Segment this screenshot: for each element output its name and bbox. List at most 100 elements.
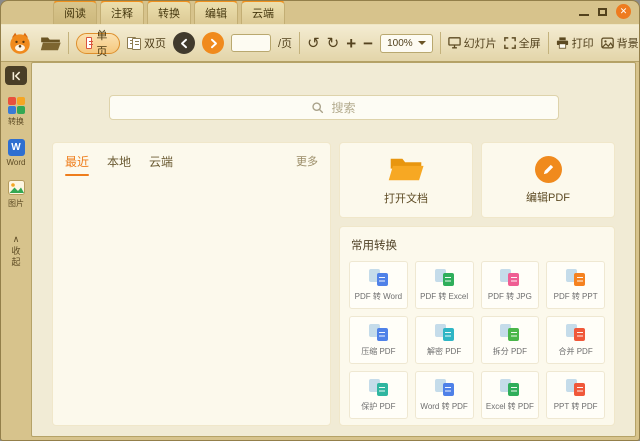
maximize-button[interactable] bbox=[598, 7, 607, 16]
panel-collapse-icon bbox=[12, 71, 20, 80]
search-input[interactable]: 搜索 bbox=[108, 95, 559, 120]
sidebar-collapse-toggle[interactable]: ∧ 收起 bbox=[10, 235, 23, 269]
search-icon bbox=[312, 102, 324, 114]
image-icon bbox=[7, 180, 25, 195]
previous-page-button[interactable] bbox=[173, 32, 195, 54]
sidebar-item-label: Word bbox=[6, 158, 26, 167]
conversion-icon bbox=[500, 268, 520, 286]
fullscreen-label: 全屏 bbox=[518, 38, 541, 50]
conversion-icon bbox=[434, 323, 454, 341]
collapse-label: 收起 bbox=[10, 246, 21, 268]
arrow-right-icon bbox=[210, 38, 217, 48]
redo-icon[interactable]: ↻ bbox=[327, 36, 340, 51]
app-logo-icon bbox=[7, 30, 33, 56]
open-document-label: 打开文档 bbox=[384, 192, 428, 205]
toolbar: 单页 双页 /页 ↺ ↻ + − 100% 幻灯片 全屏 打印 背景 bbox=[1, 24, 639, 62]
page-number-input[interactable] bbox=[231, 34, 271, 52]
tab-cloud-files[interactable]: 云端 bbox=[149, 153, 173, 170]
conversion-icon bbox=[566, 268, 586, 286]
right-column: 打开文档 编辑PDF 常用转换 PDF 转 Word PDF 转 Excel P… bbox=[339, 142, 615, 426]
search-bar-row: 搜索 bbox=[32, 63, 635, 120]
edit-pdf-card[interactable]: 编辑PDF bbox=[481, 142, 615, 218]
tab-edit[interactable]: 编辑 bbox=[194, 1, 238, 24]
close-button[interactable]: ✕ bbox=[616, 4, 631, 19]
tile-word-to-pdf[interactable]: Word 转 PDF bbox=[414, 371, 474, 419]
edit-pdf-label: 编辑PDF bbox=[526, 191, 570, 204]
tile-excel-to-pdf[interactable]: Excel 转 PDF bbox=[480, 371, 540, 419]
tile-split-pdf[interactable]: 拆分 PDF bbox=[480, 316, 540, 364]
word-icon: W bbox=[7, 139, 25, 156]
tile-pdf-to-word[interactable]: PDF 转 Word bbox=[349, 261, 408, 309]
file-panel-tabs: 最近 本地 云端 更多 bbox=[65, 153, 318, 176]
double-page-button[interactable]: 双页 bbox=[127, 35, 166, 51]
fullscreen-button[interactable]: 全屏 bbox=[503, 35, 541, 51]
single-page-button[interactable]: 单页 bbox=[76, 30, 120, 58]
conversion-icon bbox=[566, 378, 586, 396]
main-area: 搜索 最近 本地 云端 更多 打开文档 编辑PDF 常用转换 PDF 转 Wor… bbox=[31, 62, 636, 437]
open-folder-icon bbox=[388, 158, 424, 180]
divider bbox=[547, 32, 549, 54]
open-document-card[interactable]: 打开文档 bbox=[339, 142, 473, 218]
edit-pencil-icon bbox=[534, 155, 562, 183]
double-page-label: 双页 bbox=[144, 38, 166, 50]
next-page-button[interactable] bbox=[202, 32, 224, 54]
conversion-icon bbox=[500, 378, 520, 396]
divider bbox=[299, 32, 301, 54]
conversion-icon bbox=[368, 323, 388, 341]
tile-compress-pdf[interactable]: 压缩 PDF bbox=[349, 316, 408, 364]
collapse-panel-button[interactable] bbox=[5, 66, 27, 85]
slideshow-icon bbox=[447, 37, 461, 49]
zoom-out-icon[interactable]: − bbox=[363, 35, 373, 52]
content: 最近 本地 云端 更多 打开文档 编辑PDF 常用转换 PDF 转 Word P… bbox=[32, 120, 635, 436]
ribbon-tabs: 阅读 注释 转换 编辑 云端 bbox=[53, 1, 285, 24]
tile-merge-pdf[interactable]: 合并 PDF bbox=[546, 316, 605, 364]
file-panel: 最近 本地 云端 更多 bbox=[52, 142, 331, 426]
tab-cloud[interactable]: 云端 bbox=[241, 1, 285, 24]
background-button[interactable]: 背景 bbox=[600, 35, 639, 51]
slideshow-button[interactable]: 幻灯片 bbox=[447, 35, 497, 51]
conversion-icon bbox=[500, 323, 520, 341]
slideshow-label: 幻灯片 bbox=[463, 38, 497, 50]
search-placeholder: 搜索 bbox=[331, 101, 356, 115]
sidebar-item-convert[interactable]: 转换 bbox=[7, 97, 25, 127]
tile-pdf-to-ppt[interactable]: PDF 转 PPT bbox=[546, 261, 605, 309]
app-window: 阅读 注释 转换 编辑 云端 ✕ 单页 双页 /页 ↺ ↻ + − 100% 幻… bbox=[0, 0, 640, 441]
more-link[interactable]: 更多 bbox=[296, 153, 318, 169]
tile-decrypt-pdf[interactable]: 解密 PDF bbox=[414, 316, 474, 364]
zoom-value: 100% bbox=[387, 37, 413, 49]
zoom-in-icon[interactable]: + bbox=[346, 35, 356, 52]
sidebar-item-image[interactable]: 图片 bbox=[7, 179, 25, 209]
window-controls: ✕ bbox=[579, 4, 631, 19]
tab-local[interactable]: 本地 bbox=[107, 153, 131, 170]
double-page-icon bbox=[127, 36, 141, 50]
sidebar-item-word[interactable]: W Word bbox=[6, 139, 26, 167]
tab-recent[interactable]: 最近 bbox=[65, 153, 89, 176]
tile-pdf-to-jpg[interactable]: PDF 转 JPG bbox=[480, 261, 540, 309]
conversions-grid: PDF 转 Word PDF 转 Excel PDF 转 JPG PDF 转 P… bbox=[349, 261, 605, 419]
file-list-empty bbox=[65, 176, 318, 415]
tile-pdf-to-excel[interactable]: PDF 转 Excel bbox=[414, 261, 474, 309]
conversion-icon bbox=[434, 378, 454, 396]
zoom-select[interactable]: 100% bbox=[380, 33, 433, 53]
conversion-icon bbox=[566, 323, 586, 341]
undo-icon[interactable]: ↺ bbox=[307, 36, 320, 51]
tab-annotate[interactable]: 注释 bbox=[100, 1, 144, 24]
tab-convert[interactable]: 转换 bbox=[147, 1, 191, 24]
page-suffix-label: /页 bbox=[278, 38, 293, 50]
tile-protect-pdf[interactable]: 保护 PDF bbox=[349, 371, 408, 419]
print-button[interactable]: 打印 bbox=[556, 35, 594, 51]
body: 转换 W Word 图片 ∧ 收起 搜索 最近 本地 云端 更多 打开文档 编辑… bbox=[1, 62, 639, 440]
divider bbox=[68, 32, 69, 54]
open-file-button[interactable] bbox=[40, 35, 61, 52]
fullscreen-icon bbox=[503, 37, 516, 49]
tab-read[interactable]: 阅读 bbox=[53, 1, 97, 24]
convert-icon bbox=[7, 97, 25, 114]
sidebar-item-label: 图片 bbox=[8, 199, 24, 208]
conversion-icon bbox=[368, 268, 388, 286]
folder-icon bbox=[40, 37, 61, 50]
tile-ppt-to-pdf[interactable]: PPT 转 PDF bbox=[546, 371, 605, 419]
titlebar: 阅读 注释 转换 编辑 云端 ✕ bbox=[1, 1, 639, 24]
minimize-button[interactable] bbox=[579, 8, 589, 16]
print-label: 打印 bbox=[571, 38, 594, 50]
arrow-left-icon bbox=[180, 38, 187, 48]
